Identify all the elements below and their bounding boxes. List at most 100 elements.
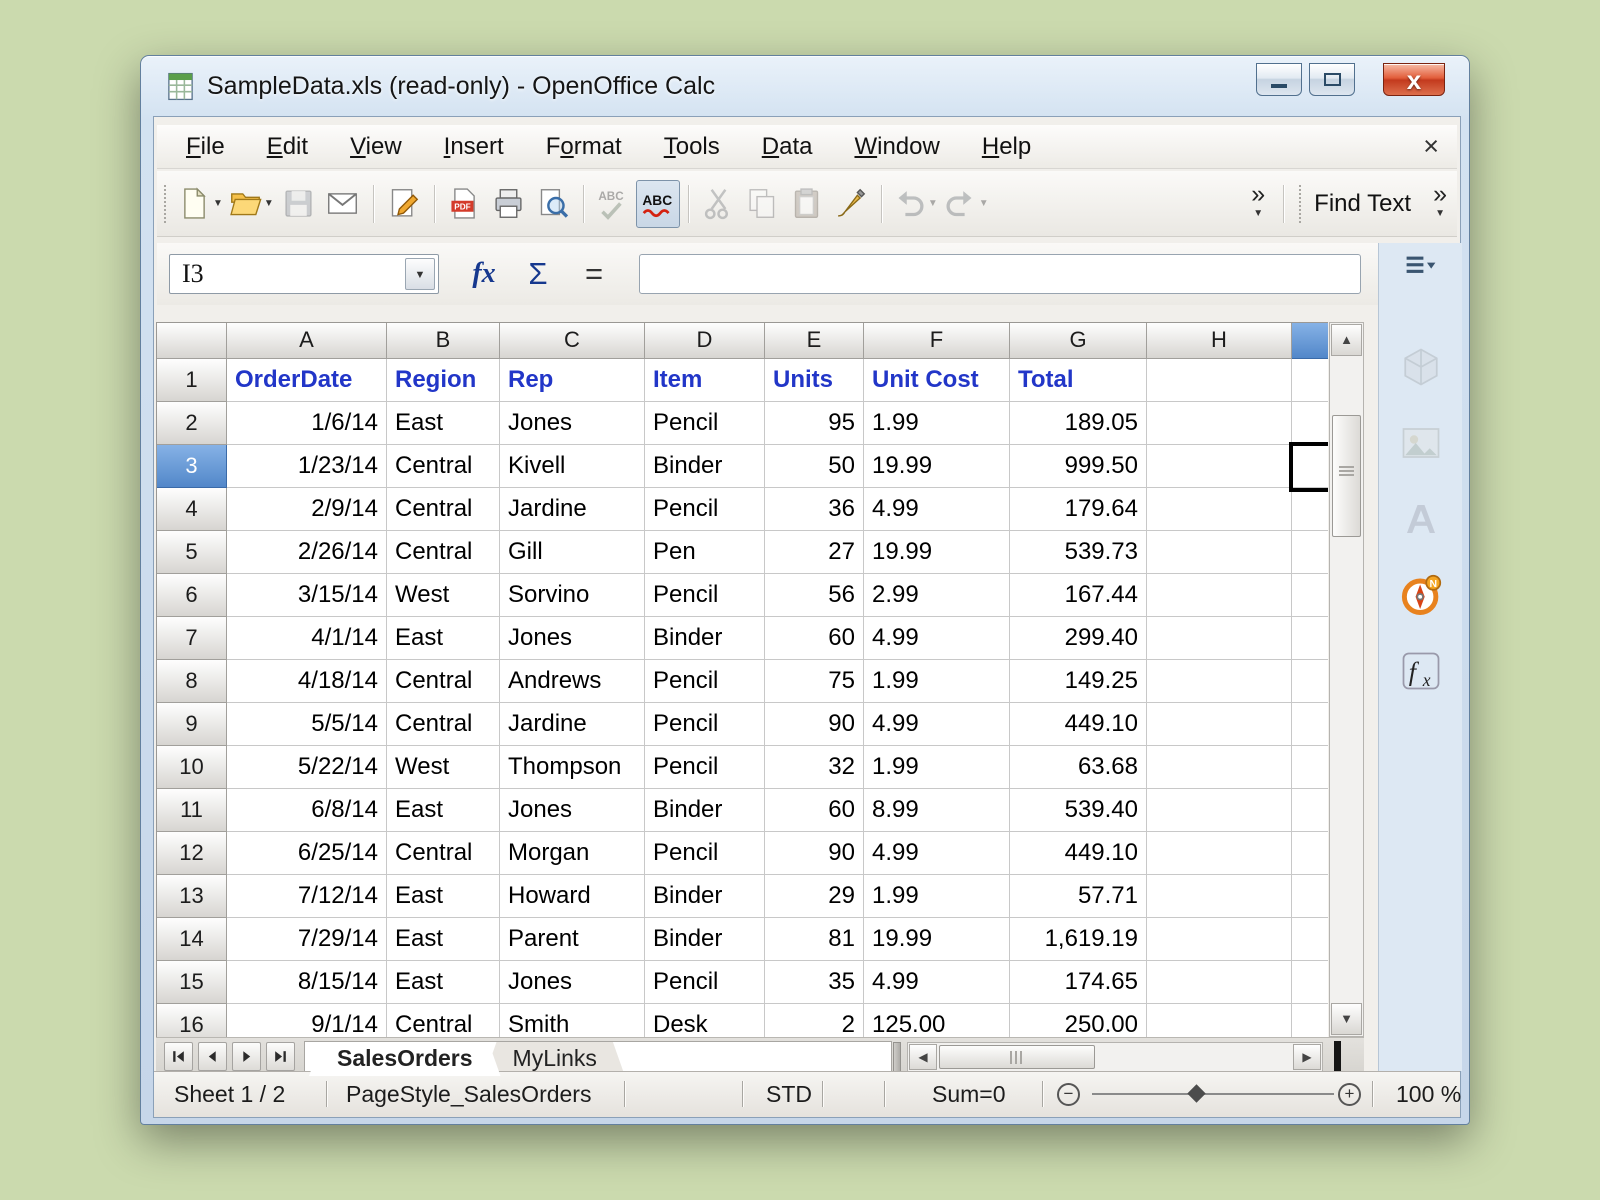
cell[interactable]	[1292, 746, 1328, 789]
row-header-1[interactable]: 1	[157, 359, 227, 402]
cell[interactable]: 299.40	[1010, 617, 1147, 660]
cell[interactable]: East	[387, 402, 500, 445]
cell[interactable]: 189.05	[1010, 402, 1147, 445]
cell[interactable]	[1292, 531, 1328, 574]
cell[interactable]: 6/25/14	[227, 832, 387, 875]
format-paintbrush-button[interactable]	[829, 179, 873, 229]
cell[interactable]	[1147, 961, 1292, 1004]
toolbar-grip[interactable]	[164, 185, 166, 223]
scroll-left-button[interactable]: ◀	[909, 1044, 937, 1070]
auto-spellcheck-button[interactable]: ABC	[636, 180, 680, 228]
cell[interactable]: 250.00	[1010, 1004, 1147, 1037]
namebox-dropdown-button[interactable]: ▼	[405, 258, 435, 290]
cell[interactable]: 1.99	[864, 875, 1010, 918]
cell[interactable]: 5/22/14	[227, 746, 387, 789]
function-wizard-icon[interactable]: fx	[461, 252, 507, 296]
cell[interactable]: 63.68	[1010, 746, 1147, 789]
cell[interactable]: 2/26/14	[227, 531, 387, 574]
zoom-out-button[interactable]: −	[1057, 1083, 1080, 1106]
cell[interactable]: 167.44	[1010, 574, 1147, 617]
row-header-13[interactable]: 13	[157, 875, 227, 918]
cell[interactable]	[1292, 789, 1328, 832]
close-document-icon[interactable]: ×	[1423, 133, 1439, 160]
email-button[interactable]	[321, 179, 365, 229]
scroll-right-button[interactable]: ▶	[1293, 1044, 1321, 1070]
next-sheet-button[interactable]	[232, 1042, 261, 1071]
cell[interactable]: 4/1/14	[227, 617, 387, 660]
cell[interactable]: Parent	[500, 918, 645, 961]
column-header-A[interactable]: A	[227, 323, 387, 359]
cell[interactable]	[1292, 660, 1328, 703]
cell[interactable]: 8.99	[864, 789, 1010, 832]
row-header-7[interactable]: 7	[157, 617, 227, 660]
cell[interactable]: 449.10	[1010, 703, 1147, 746]
cell[interactable]: Total	[1010, 359, 1147, 402]
cell[interactable]: 35	[765, 961, 864, 1004]
cell[interactable]: 179.64	[1010, 488, 1147, 531]
cell[interactable]: 4/18/14	[227, 660, 387, 703]
column-header-D[interactable]: D	[645, 323, 765, 359]
close-button[interactable]: x	[1383, 63, 1445, 96]
cell[interactable]: Central	[387, 660, 500, 703]
cell[interactable]: 36	[765, 488, 864, 531]
cell[interactable]	[1147, 531, 1292, 574]
cell[interactable]	[1147, 359, 1292, 402]
row-header-12[interactable]: 12	[157, 832, 227, 875]
cell[interactable]: Gill	[500, 531, 645, 574]
cell[interactable]	[1147, 660, 1292, 703]
cell[interactable]: Jones	[500, 961, 645, 1004]
spreadsheet-grid[interactable]: ABCDEFGH1OrderDateRegionRepItemUnitsUnit…	[156, 322, 1328, 1037]
cell[interactable]: Central	[387, 832, 500, 875]
cell[interactable]: Andrews	[500, 660, 645, 703]
column-header-F[interactable]: F	[864, 323, 1010, 359]
undo-dropdown-icon[interactable]: ▼	[928, 198, 938, 209]
row-header-9[interactable]: 9	[157, 703, 227, 746]
cell[interactable]: East	[387, 617, 500, 660]
cell[interactable]: 1/23/14	[227, 445, 387, 488]
cell[interactable]: 90	[765, 703, 864, 746]
zoom-in-button[interactable]: +	[1338, 1083, 1361, 1106]
edit-file-button[interactable]	[382, 179, 426, 229]
previous-sheet-button[interactable]	[198, 1042, 227, 1071]
cell[interactable]: Pencil	[645, 961, 765, 1004]
cell[interactable]	[1292, 402, 1328, 445]
cell[interactable]: 4.99	[864, 488, 1010, 531]
new-document-dropdown-icon[interactable]: ▼	[213, 198, 223, 209]
cut-button[interactable]	[697, 179, 741, 229]
cell[interactable]: East	[387, 961, 500, 1004]
cell[interactable]	[1147, 402, 1292, 445]
sheet-indicator[interactable]: Sheet 1 / 2	[174, 1072, 285, 1116]
cell[interactable]: 539.40	[1010, 789, 1147, 832]
cell[interactable]: 56	[765, 574, 864, 617]
horizontal-scroll-thumb[interactable]	[939, 1045, 1095, 1069]
cell[interactable]: 19.99	[864, 918, 1010, 961]
redo-button[interactable]: ▼	[941, 179, 992, 229]
zoom-level-indicator[interactable]: 100 %	[1396, 1072, 1461, 1116]
selected-cell-border[interactable]	[1289, 442, 1328, 492]
cell[interactable]: Pencil	[645, 832, 765, 875]
row-header-16[interactable]: 16	[157, 1004, 227, 1037]
cell[interactable]	[1292, 359, 1328, 402]
cell[interactable]: Pencil	[645, 703, 765, 746]
cell[interactable]: 9/1/14	[227, 1004, 387, 1037]
cell[interactable]: West	[387, 574, 500, 617]
cell-reference-box[interactable]: I3 ▼	[169, 254, 439, 294]
row-header-11[interactable]: 11	[157, 789, 227, 832]
cell[interactable]: 19.99	[864, 531, 1010, 574]
cell[interactable]: 1,619.19	[1010, 918, 1147, 961]
export-pdf-button[interactable]: PDF	[443, 179, 487, 229]
cell[interactable]: Jones	[500, 617, 645, 660]
cell[interactable]: 2	[765, 1004, 864, 1037]
row-header-2[interactable]: 2	[157, 402, 227, 445]
row-header-14[interactable]: 14	[157, 918, 227, 961]
cell[interactable]: Pencil	[645, 402, 765, 445]
cell[interactable]	[1147, 789, 1292, 832]
cell[interactable]: East	[387, 875, 500, 918]
cell[interactable]: 2/9/14	[227, 488, 387, 531]
save-button[interactable]	[277, 179, 321, 229]
cell[interactable]	[1292, 961, 1328, 1004]
zoom-slider-thumb[interactable]	[1187, 1084, 1205, 1102]
cell[interactable]: 7/12/14	[227, 875, 387, 918]
cell[interactable]: 50	[765, 445, 864, 488]
cell[interactable]	[1147, 488, 1292, 531]
